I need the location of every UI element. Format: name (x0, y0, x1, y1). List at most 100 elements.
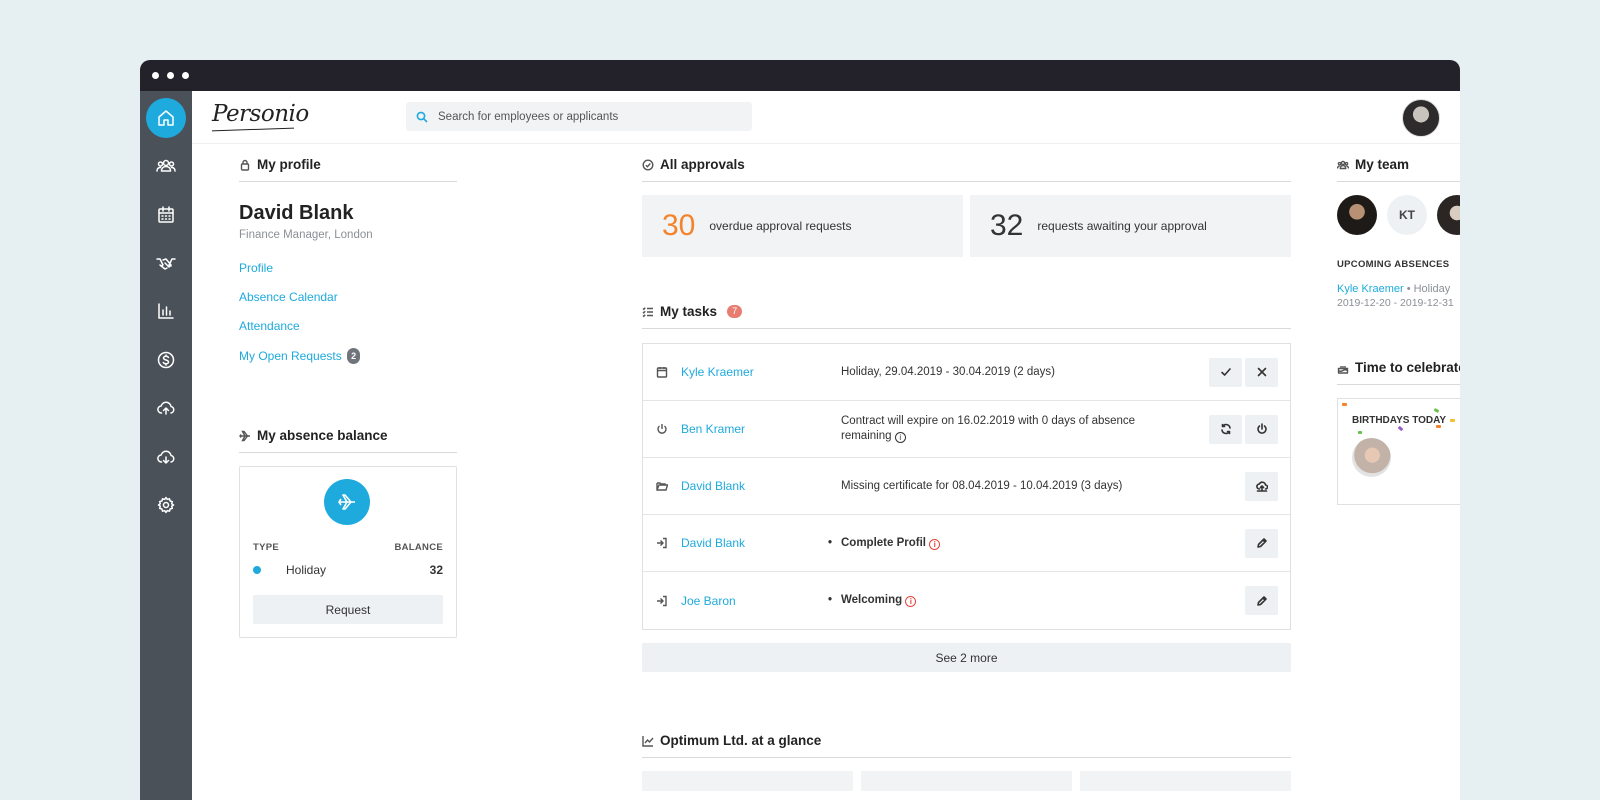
task-person-link[interactable]: David Blank (681, 536, 841, 550)
check-icon (1220, 368, 1231, 376)
absence-plane-badge (324, 479, 370, 525)
info-icon[interactable]: i (894, 432, 906, 443)
request-absence-button[interactable]: Request (253, 595, 443, 624)
pencil-icon (1256, 538, 1267, 548)
edit-button[interactable] (1245, 586, 1278, 615)
see-more-tasks-button[interactable]: See 2 more (642, 643, 1291, 672)
warning-info-icon[interactable]: i (929, 538, 941, 550)
close-icon (1257, 367, 1266, 377)
confetti (1397, 425, 1404, 432)
awaiting-count: 32 (990, 209, 1024, 242)
task-person-link[interactable]: David Blank (681, 479, 841, 493)
sidebar-item-payroll[interactable] (146, 340, 186, 380)
dollar-icon (157, 351, 175, 369)
glance-card[interactable] (642, 771, 853, 791)
task-person-link[interactable]: Ben Kramer (681, 422, 841, 436)
glance-cards (642, 771, 1291, 791)
task-actions (1209, 414, 1278, 444)
calendar-icon (158, 206, 174, 223)
sidebar-item-people[interactable] (146, 146, 186, 186)
sidebar-item-download[interactable] (146, 437, 186, 477)
window-dot (152, 72, 159, 79)
team-member-avatar[interactable] (1437, 195, 1460, 235)
tasks-list: Kyle Kraemer Holiday, 29.04.2019 - 30.04… (642, 343, 1291, 630)
team-icon (1337, 160, 1349, 169)
sidebar-item-settings[interactable] (146, 485, 186, 525)
team-column: My team KT UPCOMING ABSENCES Kyle Kraeme… (1337, 144, 1460, 505)
awaiting-label: requests awaiting your approval (1037, 219, 1207, 233)
plane-icon (338, 494, 355, 510)
end-contract-button[interactable] (1245, 414, 1278, 444)
glance-card[interactable] (861, 771, 1072, 791)
open-requests-count-badge: 2 (347, 348, 361, 364)
balance-row: Holiday 32 (253, 563, 443, 577)
profile-link[interactable]: Profile (239, 261, 457, 290)
edit-button[interactable] (1245, 528, 1278, 558)
sidebar-item-reports[interactable] (146, 291, 186, 331)
task-description: Holiday, 29.04.2019 - 30.04.2019 (2 days… (841, 365, 1055, 378)
upload-icon (1255, 481, 1268, 492)
personio-logo[interactable]: Personio (212, 101, 309, 127)
task-description-text: Welcoming (841, 594, 903, 606)
absence-type: Holiday (286, 563, 327, 577)
overdue-approvals-card[interactable]: 30 overdue approval requests (642, 195, 963, 257)
renew-contract-button[interactable] (1209, 414, 1242, 444)
approvals-section-title: All approvals (660, 157, 745, 172)
user-avatar[interactable] (1402, 99, 1440, 137)
sidebar-item-home[interactable] (146, 98, 186, 138)
task-actions (1245, 586, 1278, 615)
handshake-icon (156, 258, 176, 270)
window-dot (167, 72, 174, 79)
absence-calendar-link[interactable]: Absence Calendar (239, 290, 457, 319)
reject-button[interactable] (1245, 357, 1278, 387)
absence-balance-card: TYPE BALANCE Holiday 32 Request (239, 466, 457, 638)
trend-icon (642, 735, 654, 747)
task-person-link[interactable]: Joe Baron (681, 594, 841, 608)
absence-person-link[interactable]: Kyle Kraemer (1337, 283, 1404, 295)
attendance-link[interactable]: Attendance (239, 319, 457, 348)
team-member-avatar[interactable] (1337, 195, 1377, 235)
check-circle-icon (642, 158, 654, 171)
glance-section-header: Optimum Ltd. at a glance (642, 720, 1291, 758)
bullet: • (828, 594, 833, 606)
search-bar[interactable] (406, 102, 752, 131)
celebrate-section-title: Time to celebrate (1355, 360, 1460, 375)
folder-icon (656, 482, 668, 491)
task-person-link[interactable]: Kyle Kraemer (681, 365, 841, 379)
sidebar-item-upload[interactable] (146, 388, 186, 428)
login-icon (657, 537, 667, 549)
balance-header: BALANCE (394, 542, 443, 553)
bullet: • (828, 536, 833, 549)
task-description: • Complete Profil i (828, 536, 1171, 551)
absence-type-label: • Holiday (1406, 283, 1451, 295)
team-member-avatar[interactable]: KT (1387, 195, 1427, 235)
upload-certificate-button[interactable] (1245, 471, 1278, 501)
cloud-upload-icon (157, 401, 175, 415)
profile-links: Profile Absence Calendar Attendance My O… (239, 261, 457, 377)
team-section-header: My team (1337, 144, 1460, 182)
task-actions (1245, 471, 1278, 501)
confetti (1433, 407, 1440, 414)
warning-info-icon[interactable]: i (905, 596, 917, 607)
awaiting-approvals-card[interactable]: 32 requests awaiting your approval (970, 195, 1291, 257)
main-column: All approvals 30 overdue approval reques… (642, 144, 1291, 791)
task-actions (1209, 357, 1278, 387)
profile-section-title: My profile (257, 157, 321, 172)
search-input[interactable] (438, 110, 738, 123)
glance-card[interactable] (1080, 771, 1291, 791)
checklist-icon (642, 306, 653, 317)
sidebar-item-recruiting[interactable] (146, 243, 186, 283)
overdue-count: 30 (662, 209, 696, 242)
open-requests-link[interactable]: My Open Requests 2 (239, 348, 457, 377)
task-row: Kyle Kraemer Holiday, 29.04.2019 - 30.04… (643, 344, 1290, 401)
plane-icon (239, 430, 250, 441)
power-icon (1256, 423, 1267, 434)
absence-dates: 2019-12-20 - 2019-12-31 (1337, 297, 1454, 309)
approve-button[interactable] (1209, 357, 1242, 387)
sidebar-item-calendar[interactable] (146, 195, 186, 235)
task-description: Contract will expire on 16.02.2019 with … (841, 414, 1171, 444)
task-row: David Blank Missing certificate for 08.0… (643, 458, 1290, 515)
cloud-download-icon (157, 450, 175, 464)
task-row: David Blank • Complete Profil i (643, 515, 1290, 572)
birthday-person-avatar[interactable] (1352, 438, 1391, 477)
